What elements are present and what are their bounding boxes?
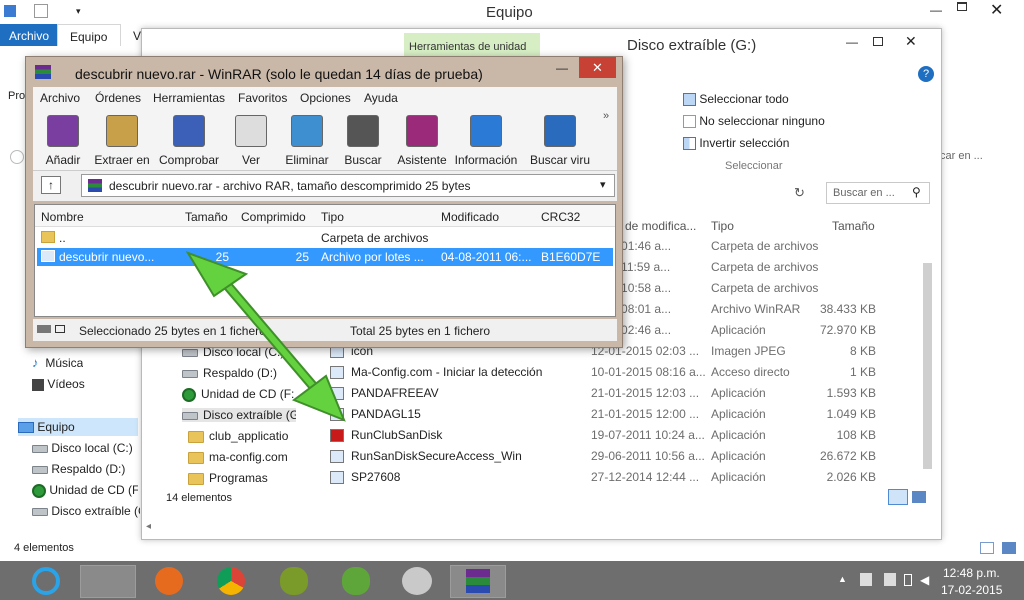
tray-flag-icon[interactable]: [860, 573, 872, 586]
taskbar-date[interactable]: 17-02-2015: [941, 583, 1002, 597]
arrow-head-bottom: [291, 374, 346, 422]
tray-battery-icon[interactable]: [904, 574, 912, 586]
firefox-icon[interactable]: [155, 567, 183, 595]
tray-network-icon[interactable]: [884, 573, 896, 586]
ie-icon[interactable]: [32, 567, 60, 595]
avocado-icon[interactable]: [342, 567, 370, 595]
avast-icon[interactable]: [280, 567, 308, 595]
paint-icon[interactable]: [402, 567, 432, 595]
tray-volume-icon[interactable]: ◀: [920, 573, 929, 587]
taskbar: ▲ ◀ 12:48 p.m. 17-02-2015: [0, 561, 1024, 600]
taskbar-time[interactable]: 12:48 p.m.: [943, 566, 1000, 580]
explorer-icon[interactable]: [80, 565, 136, 598]
chrome-icon[interactable]: [217, 567, 245, 595]
tray-chevron-icon[interactable]: ▲: [838, 574, 847, 584]
winrar-taskbar-logo-icon: [466, 569, 490, 593]
annotation-arrow: [185, 251, 346, 422]
